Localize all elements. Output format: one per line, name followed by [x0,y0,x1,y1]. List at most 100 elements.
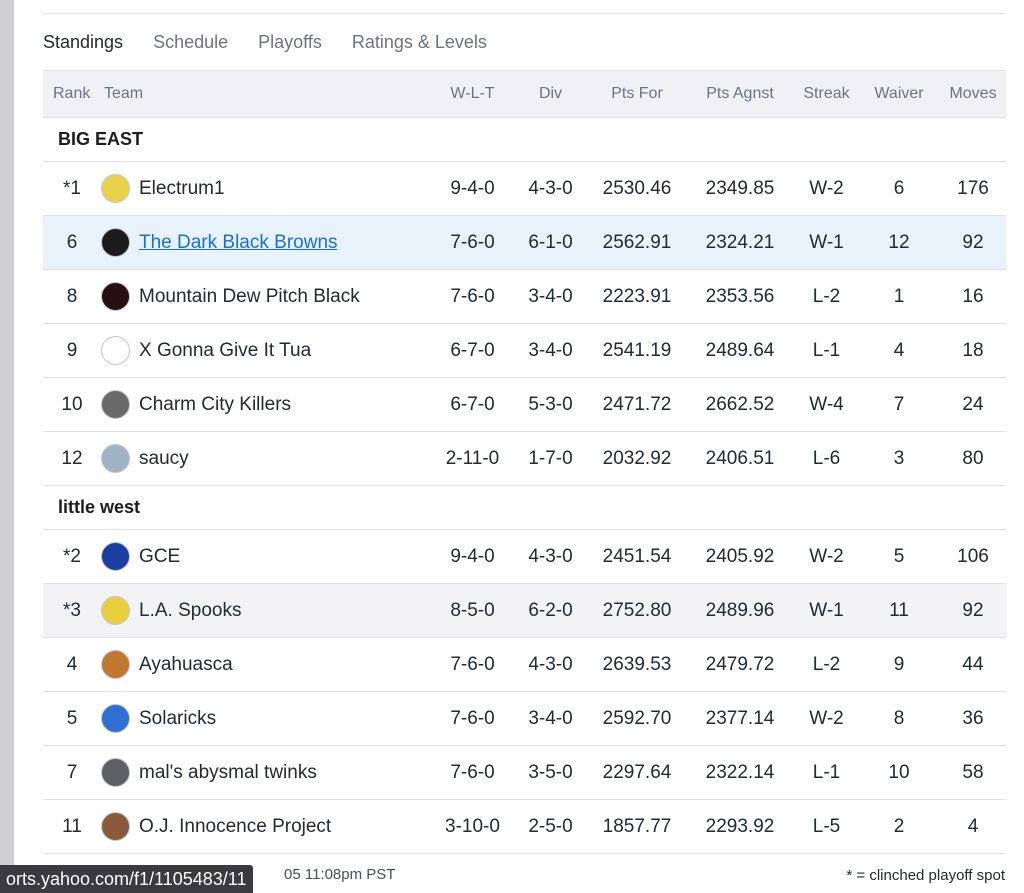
table-row[interactable]: *2 GCE 9-4-0 4-3-0 2451.54 2405.92 W-2 5 106 [43,529,1006,584]
team-name-link[interactable]: O.J. Innocence Project [139,816,331,838]
player-photo-icon[interactable] [101,228,130,257]
team-name-link[interactable]: The Dark Black Browns [139,232,338,254]
team-name-link[interactable]: Mountain Dew Pitch Black [139,286,360,308]
pts-agnst-cell: 2349.85 [685,161,795,216]
pts-for-cell: 2223.91 [589,269,685,324]
team-info: GCE [101,542,433,571]
wlt-cell: 7-6-0 [433,215,512,270]
table-row[interactable]: 7 mal's abysmal twinks 7-6-0 3-5-0 2297.64 23… [43,745,1006,800]
table-row[interactable]: *3 L.A. Spooks 8-5-0 6-2-0 2752.80 2489.96 W-1… [43,583,1006,638]
cartoon-figure-icon[interactable] [101,444,130,473]
orange-helmet-icon[interactable] [101,704,130,733]
team-name-link[interactable]: L.A. Spooks [139,600,241,622]
team-name-link[interactable]: mal's abysmal twinks [139,762,317,784]
moves-cell: 16 [940,269,1006,324]
col-wlt[interactable]: W-L-T [433,70,512,118]
table-row[interactable]: 5 Solaricks 7-6-0 3-4-0 2592.70 2377.14 W-2 8 36 [43,691,1006,746]
text-logo-icon[interactable] [101,336,130,365]
moves-cell: 4 [940,799,1006,854]
team-cell: Charm City Killers [101,377,433,432]
face-photo-icon[interactable] [101,812,130,841]
streak-cell: W-1 [795,583,858,638]
waiver-cell: 4 [858,323,940,378]
team-info: mal's abysmal twinks [101,758,433,787]
col-moves[interactable]: Moves [940,70,1006,118]
div-cell: 4-3-0 [512,529,589,584]
pts-agnst-cell: 2405.92 [685,529,795,584]
div-cell: 6-1-0 [512,215,589,270]
pts-for-cell: 2530.46 [589,161,685,216]
waiver-cell: 9 [858,637,940,692]
waiver-cell: 1 [858,269,940,324]
table-row[interactable]: 9 X Gonna Give It Tua 6-7-0 3-4-0 2541.19 248… [43,323,1006,378]
dew-logo-icon[interactable] [101,282,130,311]
moves-cell: 92 [940,215,1006,270]
col-streak[interactable]: Streak [795,70,858,118]
team-name-link[interactable]: Electrum1 [139,178,225,200]
table-row[interactable]: 6 The Dark Black Browns 7-6-0 6-1-0 2562.91 2… [43,215,1006,270]
wlt-cell: 7-6-0 [433,637,512,692]
wlt-cell: 8-5-0 [433,583,512,638]
streak-cell: W-2 [795,529,858,584]
streak-cell: L-2 [795,637,858,692]
moves-cell: 44 [940,637,1006,692]
rank-cell: 4 [43,637,101,692]
table-row[interactable]: 12 saucy 2-11-0 1-7-0 2032.92 2406.51 L-6 3 80 [43,431,1006,486]
team-name-link[interactable]: saucy [139,448,189,470]
pts-for-cell: 2032.92 [589,431,685,486]
team-name-link[interactable]: Charm City Killers [139,394,291,416]
green-helmet-icon[interactable] [101,596,130,625]
waiver-cell: 6 [858,161,940,216]
col-pts-for[interactable]: Pts For [589,70,685,118]
rank-cell: 5 [43,691,101,746]
team-cell: GCE [101,529,433,584]
team-info: Electrum1 [101,174,433,203]
team-info: Charm City Killers [101,390,433,419]
table-row[interactable]: 4 Ayahuasca 7-6-0 4-3-0 2639.53 2479.72 L-2 9 44 [43,637,1006,692]
table-row[interactable]: 8 Mountain Dew Pitch Black 7-6-0 3-4-0 2223.… [43,269,1006,324]
moves-cell: 36 [940,691,1006,746]
rank-cell: 11 [43,799,101,854]
table-row[interactable]: *1 Electrum1 9-4-0 4-3-0 2530.46 2349.85 W-2 6 1… [43,161,1006,216]
ram-helmet-icon[interactable] [101,174,130,203]
pts-for-cell: 2562.91 [589,215,685,270]
tab-standings[interactable]: Standings [43,32,123,53]
div-cell: 3-4-0 [512,691,589,746]
col-waiver[interactable]: Waiver [858,70,940,118]
pts-for-cell: 2297.64 [589,745,685,800]
team-info: Ayahuasca [101,650,433,679]
gray-helmet-icon[interactable] [101,758,130,787]
standings-panel: Standings Schedule Playoffs Ratings & Le… [43,0,1006,854]
pts-for-cell: 2752.80 [589,583,685,638]
div-cell: 6-2-0 [512,583,589,638]
pts-for-cell: 2592.70 [589,691,685,746]
tab-ratings-levels[interactable]: Ratings & Levels [352,32,487,53]
team-name-link[interactable]: Solaricks [139,708,216,730]
streak-cell: L-6 [795,431,858,486]
pts-for-cell: 2639.53 [589,637,685,692]
wlt-cell: 7-6-0 [433,269,512,324]
blue-helmet-icon[interactable] [101,542,130,571]
rank-cell: 10 [43,377,101,432]
moves-cell: 80 [940,431,1006,486]
team-name-link[interactable]: GCE [139,546,180,568]
table-row[interactable]: 11 O.J. Innocence Project 3-10-0 2-5-0 1857.… [43,799,1006,854]
col-team[interactable]: Team [101,70,433,118]
team-name-link[interactable]: Ayahuasca [139,654,233,676]
col-rank[interactable]: Rank [43,70,101,118]
tab-schedule[interactable]: Schedule [153,32,228,53]
team-name-link[interactable]: X Gonna Give It Tua [139,340,311,362]
orange-swirl-icon[interactable] [101,650,130,679]
table-row[interactable]: 10 Charm City Killers 6-7-0 5-3-0 2471.72 266… [43,377,1006,432]
streak-cell: W-1 [795,215,858,270]
city-skyline-icon[interactable] [101,390,130,419]
col-div[interactable]: Div [512,70,589,118]
waiver-cell: 3 [858,431,940,486]
tab-playoffs[interactable]: Playoffs [258,32,322,53]
pts-agnst-cell: 2377.14 [685,691,795,746]
rank-cell: 9 [43,323,101,378]
table-header-row: Rank Team W-L-T Div Pts For Pts Agnst St… [43,70,1006,118]
col-pts-agnst[interactable]: Pts Agnst [685,70,795,118]
division-header: little west [43,485,1006,530]
team-cell: mal's abysmal twinks [101,745,433,800]
